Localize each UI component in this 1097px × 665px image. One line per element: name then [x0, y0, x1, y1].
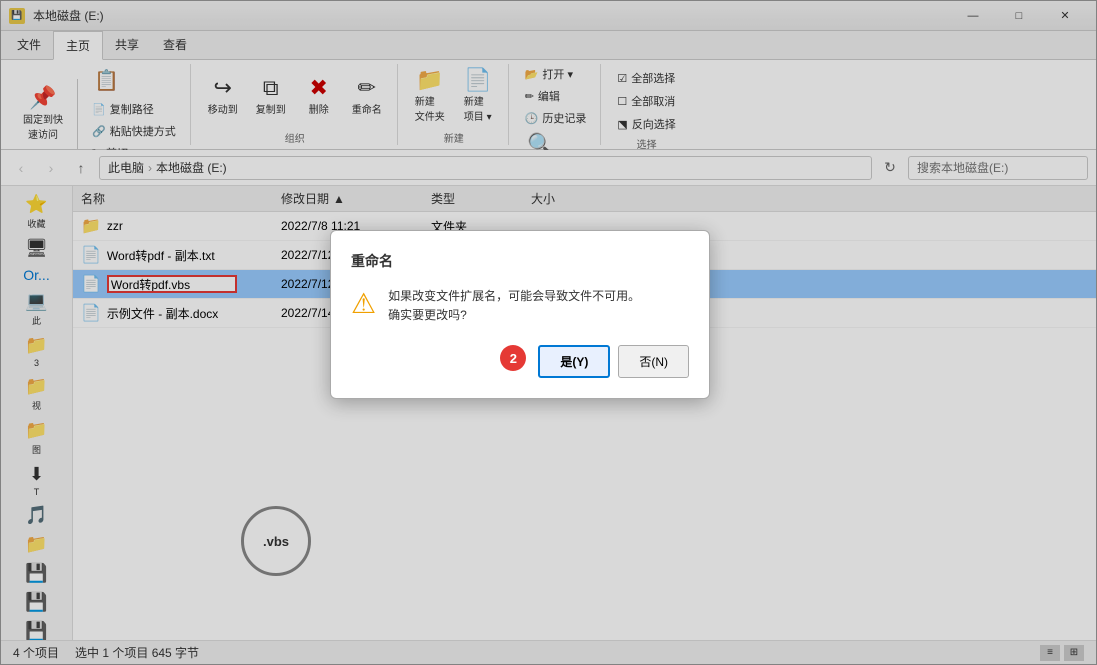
dialog-buttons: 2 是(Y) 否(N)	[351, 345, 689, 378]
annotation-2: 2	[500, 345, 526, 371]
dialog-no-button[interactable]: 否(N)	[618, 345, 689, 378]
dialog-text: 如果改变文件扩展名，可能会导致文件不可用。 确实要更改吗?	[388, 287, 640, 325]
dialog-overlay: 重命名 ⚠ 如果改变文件扩展名，可能会导致文件不可用。 确实要更改吗? 2 是(…	[0, 0, 1097, 665]
dialog-line2: 确实要更改吗?	[388, 306, 640, 325]
rename-dialog: 重命名 ⚠ 如果改变文件扩展名，可能会导致文件不可用。 确实要更改吗? 2 是(…	[330, 230, 710, 399]
warning-icon: ⚠	[351, 287, 376, 320]
dialog-body: ⚠ 如果改变文件扩展名，可能会导致文件不可用。 确实要更改吗?	[351, 287, 689, 325]
dialog-yes-button[interactable]: 是(Y)	[538, 345, 610, 378]
dialog-title: 重命名	[351, 251, 689, 271]
window: 💾 本地磁盘 (E:) — □ ✕ 文件 主页 共享 查看 📌 固定到快速访问	[0, 0, 1097, 665]
dialog-line1: 如果改变文件扩展名，可能会导致文件不可用。	[388, 287, 640, 306]
